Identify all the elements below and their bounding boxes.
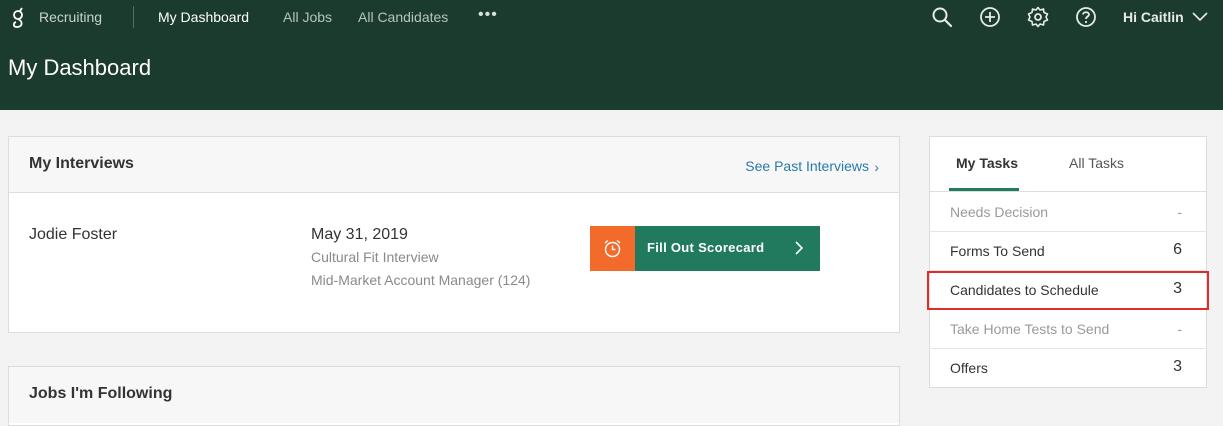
card-title: My Interviews: [29, 155, 134, 172]
task-count: -: [1177, 204, 1182, 220]
scorecard-label: Fill Out Scorecard: [647, 240, 765, 255]
nav-my-dashboard[interactable]: My Dashboard: [158, 9, 249, 25]
nav-all-candidates[interactable]: All Candidates: [358, 9, 448, 25]
task-label: Needs Decision: [950, 204, 1049, 220]
task-row-offers[interactable]: Offers 3: [930, 349, 1206, 388]
task-row-needs-decision[interactable]: Needs Decision -: [930, 193, 1206, 232]
gear-icon[interactable]: [1027, 6, 1049, 28]
tab-my-tasks[interactable]: My Tasks: [956, 155, 1018, 171]
app-name[interactable]: Recruiting: [39, 9, 102, 25]
add-icon[interactable]: [979, 6, 1001, 28]
task-row-forms-to-send[interactable]: Forms To Send 6: [930, 232, 1206, 271]
page-header: My Dashboard: [0, 34, 1223, 110]
task-label: Offers: [950, 360, 988, 376]
task-row-take-home-tests[interactable]: Take Home Tests to Send -: [930, 310, 1206, 349]
chevron-right-icon: [795, 241, 804, 255]
highlight-box: [927, 271, 1209, 310]
task-label: Forms To Send: [950, 243, 1045, 259]
tab-all-tasks[interactable]: All Tasks: [1069, 155, 1124, 171]
task-count: 3: [1173, 358, 1182, 375]
interview-type: Cultural Fit Interview: [311, 249, 439, 265]
card-title: Jobs I'm Following: [29, 385, 173, 402]
help-icon[interactable]: [1075, 6, 1097, 28]
nav-all-jobs[interactable]: All Jobs: [283, 9, 332, 25]
chevron-down-icon[interactable]: [1192, 12, 1208, 22]
my-interviews-card: My Interviews See Past Interviews › Jodi…: [8, 136, 900, 333]
active-tab-indicator: [949, 188, 1019, 191]
tasks-tabs: My Tasks All Tasks: [930, 137, 1206, 192]
chevron-right-icon[interactable]: ›: [874, 159, 879, 175]
user-menu[interactable]: Hi Caitlin: [1123, 9, 1184, 25]
candidate-name[interactable]: Jodie Foster: [29, 226, 117, 244]
task-count: 6: [1173, 241, 1182, 258]
greenhouse-logo[interactable]: [11, 6, 25, 28]
fill-out-scorecard-button[interactable]: Fill Out Scorecard: [590, 226, 820, 271]
interview-date: May 31, 2019: [311, 226, 408, 243]
search-icon[interactable]: [931, 6, 953, 28]
card-header: Jobs I'm Following: [9, 367, 899, 423]
jobs-following-card: Jobs I'm Following: [8, 366, 900, 426]
see-past-interviews-link[interactable]: See Past Interviews: [745, 158, 869, 174]
tasks-panel: My Tasks All Tasks Needs Decision - Form…: [929, 136, 1207, 388]
alarm-clock-icon: [590, 226, 635, 271]
more-menu-icon[interactable]: •••: [478, 6, 498, 24]
page-title: My Dashboard: [8, 55, 152, 80]
card-header: My Interviews See Past Interviews ›: [9, 137, 899, 193]
top-nav-bar: Recruiting My Dashboard All Jobs All Can…: [0, 0, 1223, 34]
interview-job: Mid-Market Account Manager (124): [311, 272, 531, 288]
task-count: -: [1177, 321, 1182, 337]
nav-divider: [133, 6, 134, 28]
task-label: Take Home Tests to Send: [950, 321, 1110, 337]
